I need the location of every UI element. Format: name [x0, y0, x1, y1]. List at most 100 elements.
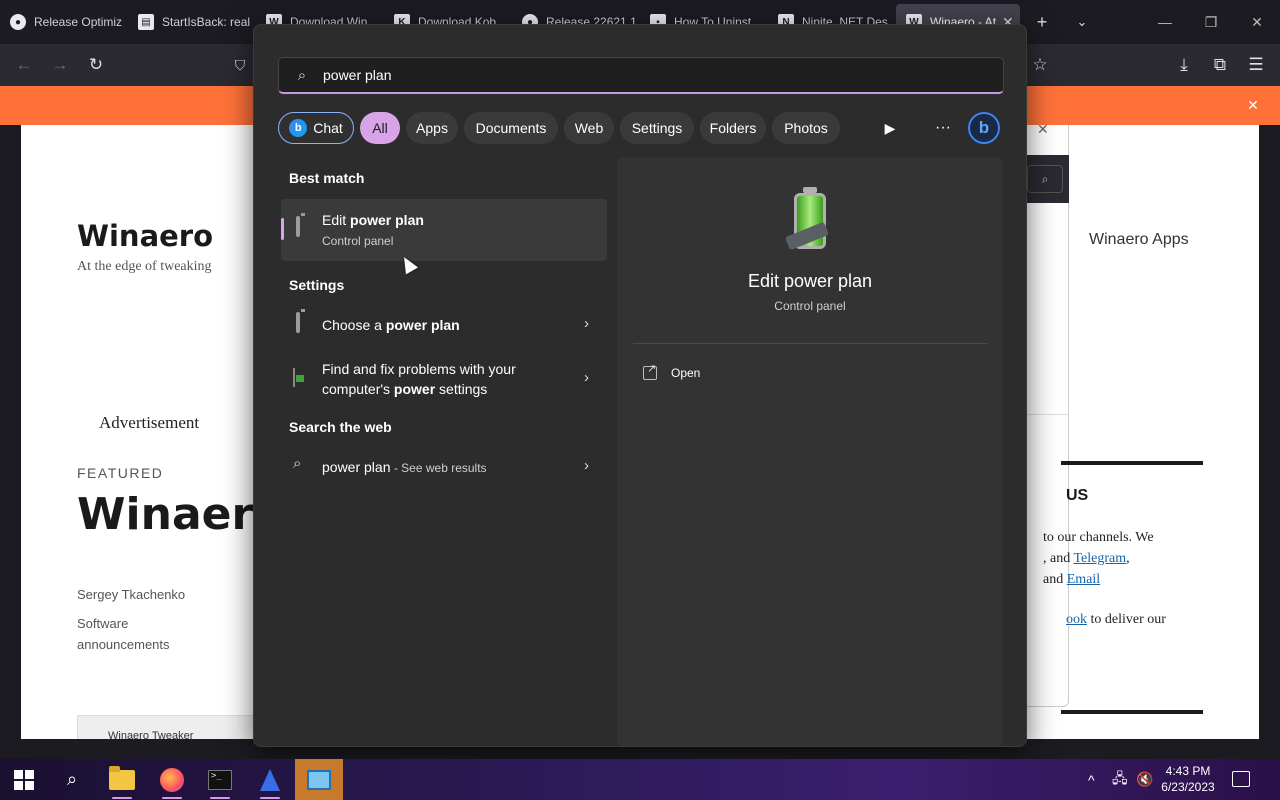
sidebar-text-fragment: to deliver our	[1090, 612, 1166, 627]
folder-icon	[109, 765, 135, 790]
network-icon[interactable]: 🖧	[1112, 759, 1128, 800]
open-action[interactable]: Open	[643, 362, 700, 384]
site-title[interactable]: Winaero	[77, 219, 213, 253]
chip-label: Web	[574, 120, 604, 136]
chip-apps[interactable]: Apps	[406, 112, 458, 144]
shield-icon[interactable]: ⛉	[228, 53, 252, 77]
sidebar-text-fragment: ,	[1126, 551, 1130, 566]
taskbar-clock[interactable]: 4:43 PM 6/23/2023	[1150, 763, 1226, 795]
taskbar-file-explorer[interactable]	[98, 759, 146, 800]
tab-label: StartIsBack: real	[162, 15, 251, 29]
settings-result-fix-problems[interactable]: Find and fix problems with your computer…	[281, 351, 607, 407]
minimize-icon[interactable]: —	[1142, 8, 1188, 36]
play-icon[interactable]: ▶	[878, 116, 902, 140]
result-title-pre: Edit	[322, 212, 351, 228]
result-text-post: settings	[435, 381, 488, 397]
taskbar-terminal[interactable]: >_	[196, 759, 244, 800]
taskbar-search-button[interactable]: ⌕	[48, 759, 96, 800]
chevron-right-icon: ›	[584, 457, 589, 474]
tab-label: Release Optimiz	[34, 15, 123, 29]
browser-tab[interactable]: ▤ StartIsBack: real	[128, 4, 254, 40]
chip-documents[interactable]: Documents	[464, 112, 558, 144]
category-link[interactable]: Software announcements	[77, 613, 217, 655]
new-tab-icon[interactable]: +	[1030, 10, 1054, 34]
thumbnail-label: Winaero Tweaker	[108, 730, 194, 739]
chip-label: Folders	[709, 120, 757, 136]
extensions-icon[interactable]: ⧉	[1208, 53, 1232, 77]
divider	[1061, 461, 1203, 465]
search-query[interactable]: power plan	[323, 67, 392, 83]
result-text-bold: power	[393, 381, 436, 397]
author-link[interactable]: Sergey Tkachenko	[77, 587, 185, 602]
featured-label: FEATURED	[77, 465, 164, 481]
telegram-link[interactable]: Telegram	[1073, 551, 1126, 566]
forward-icon[interactable]: →	[48, 53, 72, 77]
featured-thumbnail[interactable]: Winaero Tweaker	[77, 715, 257, 739]
downloads-icon[interactable]: ⤓	[1172, 53, 1196, 77]
startisback-icon: ▤	[138, 14, 154, 30]
sidebar-text-line: to our channels. We	[1043, 530, 1154, 545]
windows-search-flyout: ⌕ power plan b Chat All Apps Documents We…	[253, 24, 1027, 747]
close-icon[interactable]: ✕	[1037, 125, 1049, 138]
result-preview-pane: Edit power plan Control panel Open	[617, 157, 1003, 746]
running-indicator	[112, 797, 132, 799]
bing-chat-icon[interactable]: b	[968, 112, 1000, 144]
taskbar-app[interactable]	[246, 759, 294, 800]
browser-tab[interactable]: ● Release Optimiz	[0, 4, 126, 40]
start-button[interactable]	[0, 759, 48, 800]
menu-icon[interactable]: ☰	[1244, 53, 1268, 77]
open-external-icon	[643, 362, 657, 380]
search-filter-chips: b Chat All Apps Documents Web Settings Fo…	[278, 112, 1008, 144]
troubleshoot-icon	[293, 368, 313, 391]
chip-chat[interactable]: b Chat	[278, 112, 354, 144]
taskbar-firefox[interactable]	[148, 759, 196, 800]
search-input[interactable]: ⌕ power plan	[278, 57, 1004, 94]
chip-label: Chat	[313, 120, 343, 136]
page-margin-right	[1259, 125, 1280, 739]
chip-all[interactable]: All	[360, 112, 400, 144]
result-subtitle: Control panel	[322, 234, 394, 248]
running-indicator	[162, 797, 182, 799]
close-notification-icon[interactable]: ✕	[1244, 96, 1262, 114]
more-options-icon[interactable]: ···	[931, 116, 955, 140]
sidebar-text: ook to deliver our	[1066, 612, 1166, 628]
firefox-icon	[160, 767, 184, 792]
result-text-bold: power plan	[385, 317, 460, 333]
notification-center-icon[interactable]	[1232, 771, 1250, 787]
best-match-result[interactable]: Edit power plan Control panel	[281, 199, 607, 261]
bing-icon: b	[289, 119, 308, 137]
search-icon: ⌕	[293, 455, 302, 472]
chip-label: Apps	[416, 120, 448, 136]
chip-settings[interactable]: Settings	[620, 112, 694, 144]
github-icon: ●	[10, 14, 26, 30]
settings-result-choose-plan[interactable]: Choose a power plan ›	[281, 305, 607, 345]
facebook-link[interactable]: ook	[1066, 612, 1087, 627]
search-icon[interactable]: ⌕	[1027, 165, 1063, 193]
open-label: Open	[671, 366, 701, 380]
email-link[interactable]: Email	[1067, 572, 1100, 587]
sidebar-text-fragment: , and	[1043, 551, 1071, 566]
background-popup	[1027, 125, 1069, 707]
battery-icon	[293, 216, 313, 240]
winaero-apps-link[interactable]: Winaero Apps	[1089, 231, 1189, 249]
preview-title: Edit power plan	[747, 271, 873, 291]
web-query: power plan	[322, 459, 391, 475]
web-search-result[interactable]: ⌕ power plan - See web results ›	[281, 447, 607, 487]
taskbar-control-panel[interactable]	[295, 759, 343, 800]
close-window-icon[interactable]: ✕	[1234, 8, 1280, 36]
show-hidden-icons[interactable]: ^	[1088, 759, 1095, 800]
page-margin-left	[0, 125, 21, 739]
result-text: Choose a power plan	[322, 315, 460, 335]
chip-folders[interactable]: Folders	[700, 112, 766, 144]
bookmark-star-icon[interactable]: ☆	[1028, 53, 1052, 77]
back-icon[interactable]: ←	[12, 53, 36, 77]
restore-icon[interactable]: ❐	[1188, 8, 1234, 36]
chip-web[interactable]: Web	[564, 112, 614, 144]
reload-icon[interactable]: ↻	[84, 53, 108, 77]
list-tabs-icon[interactable]: ⌄	[1070, 10, 1094, 34]
sidebar-text-fragment: and	[1043, 572, 1064, 587]
chip-photos[interactable]: Photos	[772, 112, 840, 144]
result-text-line1: Find and fix problems with your	[322, 361, 516, 377]
web-suffix: - See web results	[390, 461, 487, 475]
running-indicator	[210, 797, 230, 799]
